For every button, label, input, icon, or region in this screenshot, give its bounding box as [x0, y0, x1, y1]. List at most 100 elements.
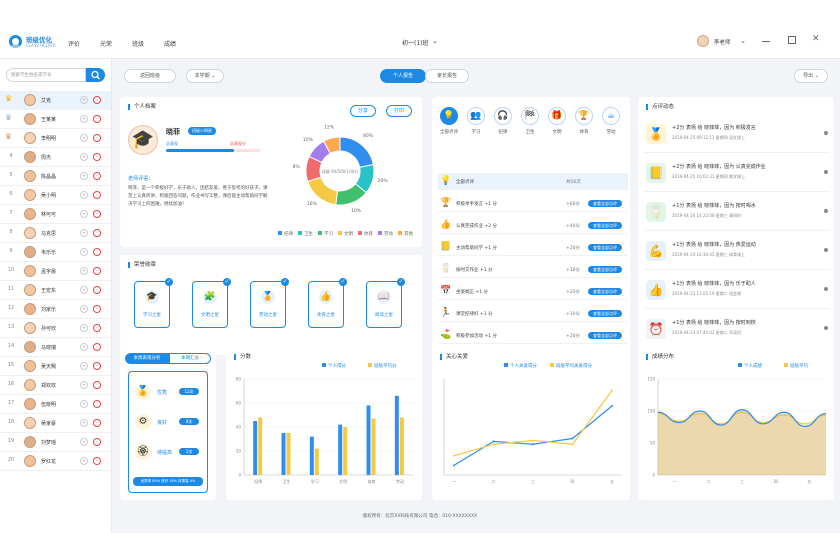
student-row[interactable]: 4 周杰 + -	[0, 148, 111, 167]
plus-button[interactable]: +	[80, 153, 88, 161]
minus-button[interactable]: -	[93, 153, 101, 161]
back-button[interactable]: 返回班级	[124, 69, 176, 83]
minus-button[interactable]: -	[93, 305, 101, 313]
category-tab[interactable]: 🏁 卫生	[519, 107, 541, 135]
category-tab[interactable]: 🎧 纪律	[492, 107, 514, 135]
student-row[interactable]: 17 伍晓明 + -	[0, 395, 111, 414]
minus-button[interactable]: -	[93, 96, 101, 104]
tab-personal-report[interactable]: 个人报告	[380, 69, 426, 83]
view-detail-button[interactable]: 查看全部点评	[588, 288, 622, 295]
minus-button[interactable]: -	[93, 115, 101, 123]
user-chevron-icon[interactable]: ⌄	[740, 37, 746, 45]
user-name[interactable]: 李老师	[714, 38, 731, 46]
term-select[interactable]: 本学期 ⌄	[186, 69, 224, 83]
minus-button[interactable]: -	[93, 229, 101, 237]
student-row[interactable]: ♛ 王某某 + -	[0, 110, 111, 129]
plus-button[interactable]: +	[80, 324, 88, 332]
plus-button[interactable]: +	[80, 438, 88, 446]
export-select[interactable]: 导出 ⌄	[794, 69, 828, 83]
student-row[interactable]: 19 刘梦瑶 + -	[0, 433, 111, 452]
more-icon[interactable]	[824, 170, 828, 174]
minus-button[interactable]: -	[93, 172, 101, 180]
plus-button[interactable]: +	[80, 229, 88, 237]
view-detail-button[interactable]: 查看全部点评	[588, 244, 622, 251]
class-title[interactable]: 初一(1)班	[402, 38, 429, 47]
close-icon[interactable]: ✕	[812, 34, 820, 44]
minus-button[interactable]: -	[93, 248, 101, 256]
student-row[interactable]: 8 马克思 + -	[0, 224, 111, 243]
plus-button[interactable]: +	[80, 191, 88, 199]
plus-button[interactable]: +	[80, 362, 88, 370]
view-detail-button[interactable]: 查看全部点评	[588, 266, 622, 273]
nav-item-2[interactable]: 班级	[132, 39, 144, 48]
search-button[interactable]	[86, 68, 105, 82]
student-row[interactable]: ♛ 李明明 + -	[0, 129, 111, 148]
comment-row[interactable]: 👍 认真完成作业 +2 分 +40分 查看全部点评	[438, 217, 628, 234]
comment-row[interactable]: 🏃 课堂纪律好 +1 分 +10分 查看全部点评	[438, 305, 628, 322]
feed-item[interactable]: 💪 +1分 表扬 给 晓菲菲，因为 热爱运动 2019-04-24 16:30:45…	[644, 234, 830, 270]
minus-button[interactable]: -	[93, 362, 101, 370]
honor-badge[interactable]: 🎓 学习之星 ✓	[134, 278, 173, 328]
student-row[interactable]: 13 孙可欣 + -	[0, 319, 111, 338]
plus-button[interactable]: +	[80, 248, 88, 256]
minus-button[interactable]: -	[93, 457, 101, 465]
feed-item[interactable]: 📒 +2分 表扬 给 晓菲菲，因为 认真完成作业 2019-04-25 10:02:…	[644, 156, 830, 192]
feed-item[interactable]: 🥛 +1分 表扬 给 晓菲菲，因为 按时喝水 2019-04-24 14:22:08…	[644, 195, 830, 231]
comment-row[interactable]: 🏆 积极举手发言 +1 分 +60分 查看全部点评	[438, 195, 628, 212]
student-row[interactable]: 10 孟宇晨 + -	[0, 262, 111, 281]
feed-item[interactable]: 👍 +1分 表扬 给 晓菲菲，因为 乐于助人 2019-04-23 11:05:19…	[644, 273, 830, 309]
view-detail-button[interactable]: 查看全部点评	[588, 222, 622, 229]
plus-button[interactable]: +	[80, 286, 88, 294]
student-row[interactable]: 20 罗红龙 + -	[0, 452, 111, 471]
chevron-down-icon[interactable]: ⌄	[432, 37, 438, 45]
student-row[interactable]: 18 吴家豪 + -	[0, 414, 111, 433]
view-detail-button[interactable]: 查看全部点评	[588, 200, 622, 207]
minus-button[interactable]: -	[93, 381, 101, 389]
nav-item-1[interactable]: 光荣	[100, 39, 112, 48]
minus-button[interactable]: -	[93, 419, 101, 427]
view-detail-button[interactable]: 查看全部点评	[588, 332, 622, 339]
plus-button[interactable]: +	[80, 381, 88, 389]
plus-button[interactable]: +	[80, 305, 88, 313]
plus-button[interactable]: +	[80, 457, 88, 465]
more-icon[interactable]	[824, 131, 828, 135]
more-icon[interactable]	[824, 326, 828, 330]
minus-button[interactable]: -	[93, 191, 101, 199]
student-row[interactable]: 11 王宏东 + -	[0, 281, 111, 300]
minus-button[interactable]: -	[93, 343, 101, 351]
plus-button[interactable]: +	[80, 115, 88, 123]
minus-button[interactable]: -	[93, 267, 101, 275]
category-tab[interactable]: 🎁 文明	[546, 107, 568, 135]
plus-button[interactable]: +	[80, 419, 88, 427]
category-tab[interactable]: ☕ 劳动	[600, 107, 622, 135]
plus-button[interactable]: +	[80, 134, 88, 142]
user-avatar[interactable]	[697, 35, 709, 47]
tab-family-report[interactable]: 家长报告	[425, 69, 469, 83]
comment-row[interactable]: 🥛 按时交作业 +1 分 +10分 查看全部点评	[438, 261, 628, 278]
more-icon[interactable]	[824, 287, 828, 291]
minus-button[interactable]: -	[93, 210, 101, 218]
feed-item[interactable]: 🏅 +2分 表扬 给 晓菲菲，因为 积极发言 2019-04-25 09:12:11…	[644, 117, 830, 153]
student-row[interactable]: 15 吴天赐 + -	[0, 357, 111, 376]
comment-row[interactable]: 📅 坐姿端正 +1 分 +20分 查看全部点评	[438, 283, 628, 300]
student-row[interactable]: 5 陈晶晶 + -	[0, 167, 111, 186]
nav-item-0[interactable]: 评价	[68, 39, 80, 48]
minus-button[interactable]: -	[93, 286, 101, 294]
print-button[interactable]: 打印	[386, 105, 412, 117]
plus-button[interactable]: +	[80, 400, 88, 408]
plus-button[interactable]: +	[80, 343, 88, 351]
tab-weekly[interactable]: 本周表现分析	[125, 353, 169, 364]
comment-row[interactable]: 📒 主动帮助同学 +1 分 +20分 查看全部点评	[438, 239, 628, 256]
minus-button[interactable]: -	[93, 400, 101, 408]
category-tab[interactable]: 👥 学习	[465, 107, 487, 135]
honor-badge[interactable]: 🧩 文明之星 ✓	[192, 278, 231, 328]
student-row[interactable]: 7 林可可 + -	[0, 205, 111, 224]
tab-term[interactable]: 本期汇总	[169, 353, 211, 364]
plus-button[interactable]: +	[80, 210, 88, 218]
category-tab[interactable]: 🏆 体育	[573, 107, 595, 135]
more-icon[interactable]	[824, 209, 828, 213]
student-row[interactable]: 6 吴小明 + -	[0, 186, 111, 205]
category-tab[interactable]: 💡 全部点评	[438, 107, 460, 135]
minus-button[interactable]: -	[93, 134, 101, 142]
minus-button[interactable]: -	[93, 324, 101, 332]
